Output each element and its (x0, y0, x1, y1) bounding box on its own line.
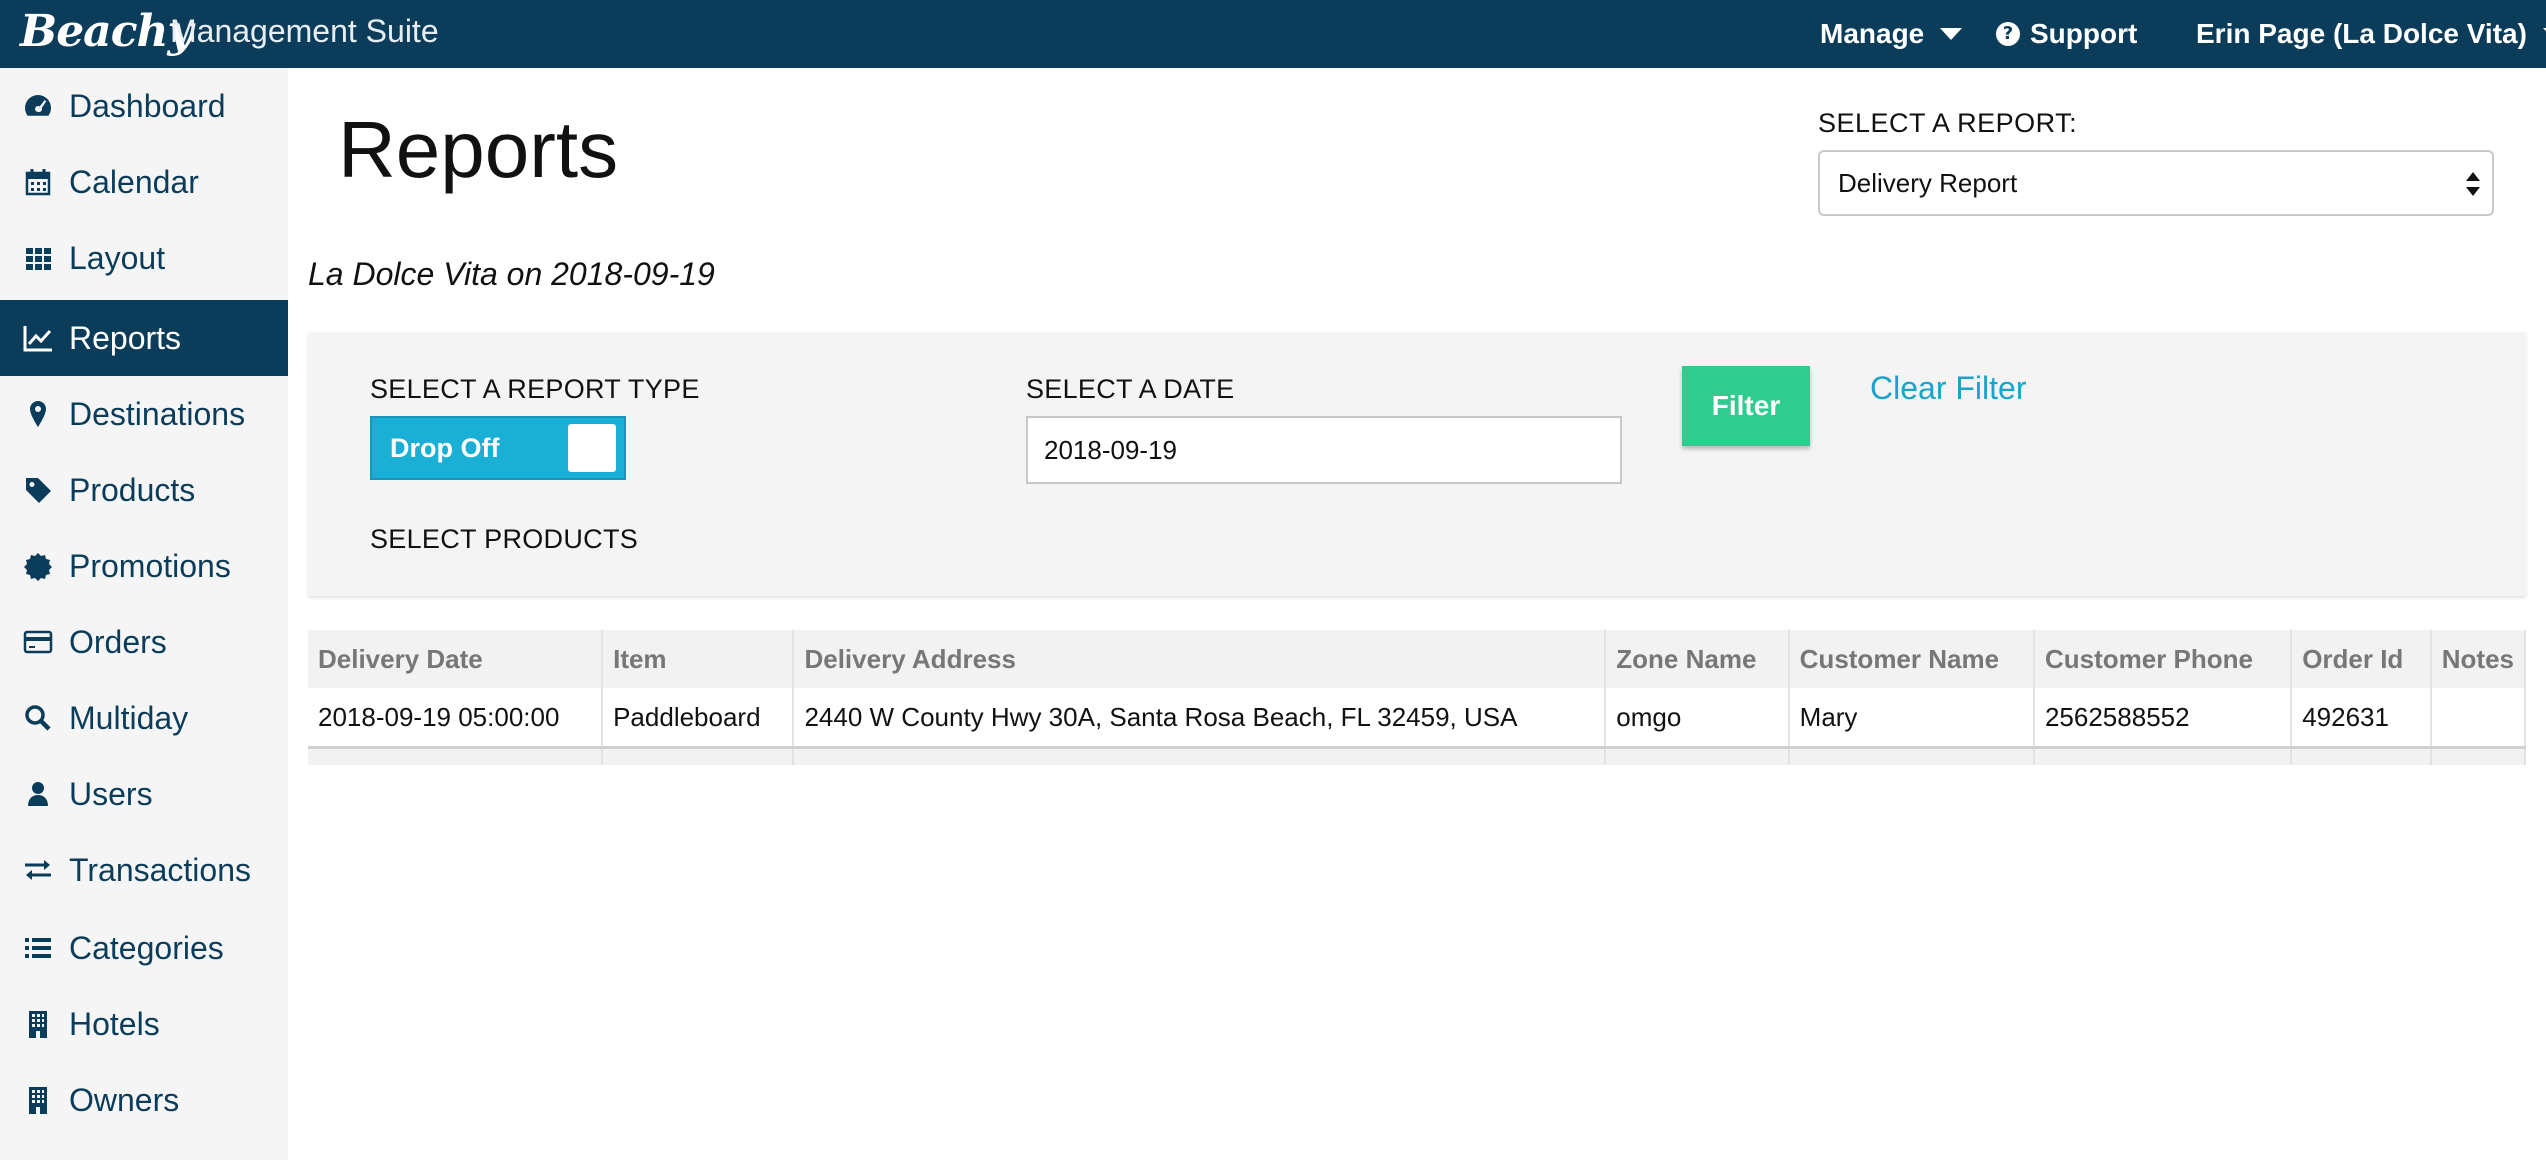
toggle-label: Drop Off (390, 433, 500, 463)
select-products-label: SELECT PRODUCTS (370, 524, 639, 554)
sidebar-item-label: Layout (69, 239, 166, 276)
sidebar-item-multiday[interactable]: Multiday (0, 680, 288, 756)
sidebar-item-calendar[interactable]: Calendar (0, 144, 288, 220)
sidebar-item-label: Hotels (69, 1005, 160, 1042)
column-header[interactable]: Order Id (2291, 630, 2432, 688)
brand-logo[interactable]: Beachy (20, 2, 193, 66)
search-icon (20, 700, 56, 736)
sidebar-item-label: Destinations (69, 395, 246, 432)
filter-panel: SELECT A REPORT TYPE Drop Off SELECT PRO… (308, 332, 2526, 596)
sidebar-item-label: Owners (69, 1081, 180, 1118)
sidebar-item-reports[interactable]: Reports (0, 300, 288, 376)
sidebar-item-categories[interactable]: Categories (0, 910, 288, 986)
sidebar-item-transactions[interactable]: Transactions (0, 832, 288, 908)
support-label: Support (2030, 18, 2138, 49)
column-header[interactable]: Item (602, 630, 795, 688)
badge-icon (20, 548, 56, 584)
table-header-row: Delivery Date Item Delivery Address Zone… (308, 630, 2527, 688)
date-input[interactable]: 2018-09-19 (1026, 416, 1622, 484)
table-cell (2430, 688, 2527, 749)
question-circle-icon: ? (1996, 22, 2020, 46)
sidebar-item-hotels[interactable]: Hotels (0, 986, 288, 1062)
sidebar-item-products[interactable]: Products (0, 452, 288, 528)
column-header[interactable]: Customer Phone (2033, 630, 2293, 688)
select-arrows-icon (2466, 172, 2480, 198)
sidebar-item-label: Reports (69, 319, 182, 356)
grid-icon (20, 240, 56, 276)
sidebar-item-label: Categories (69, 929, 224, 966)
table-cell: omgo (1605, 688, 1790, 749)
sidebar-item-label: Calendar (69, 163, 199, 200)
column-header[interactable]: Zone Name (1605, 630, 1790, 688)
table-cell: 2440 W County Hwy 30A, Santa Rosa Beach,… (793, 688, 1607, 749)
table-row: 2018-09-19 05:00:00 Paddleboard 2440 W C… (308, 688, 2527, 749)
table-cell: 492631 (2291, 688, 2432, 749)
clear-filter-link[interactable]: Clear Filter (1870, 370, 2026, 407)
suite-title: Management Suite (170, 13, 439, 49)
report-subtitle: La Dolce Vita on 2018-09-19 (308, 256, 715, 292)
sidebar: Dashboard Calendar Layout Reports Destin… (0, 68, 288, 1160)
sidebar-item-label: Transactions (69, 851, 251, 888)
sidebar-item-destinations[interactable]: Destinations (0, 376, 288, 452)
sidebar-item-label: Multiday (69, 699, 189, 736)
delivery-report-table: Delivery Date Item Delivery Address Zone… (308, 630, 2527, 765)
calendar-icon (20, 164, 56, 200)
manage-label: Manage (1820, 18, 1925, 49)
report-type-toggle[interactable]: Drop Off (370, 416, 626, 480)
dashboard-icon (20, 88, 56, 124)
table-cell: 2018-09-19 05:00:00 (308, 688, 604, 749)
sidebar-item-orders[interactable]: Orders (0, 604, 288, 680)
report-select[interactable]: Delivery Report (1818, 150, 2494, 216)
user-name: Erin Page (La Dolce Vita) (2196, 18, 2527, 49)
sidebar-item-owners[interactable]: Owners (0, 1062, 288, 1138)
select-report-label: SELECT A REPORT: (1818, 108, 2078, 138)
manage-menu[interactable]: Manage (1820, 0, 1963, 68)
exchange-icon (20, 852, 56, 888)
chevron-down-icon (1940, 28, 1963, 40)
column-header[interactable]: Customer Name (1788, 630, 2035, 688)
sidebar-item-promotions[interactable]: Promotions (0, 528, 288, 604)
filter-button[interactable]: Filter (1682, 366, 1810, 446)
sidebar-item-dashboard[interactable]: Dashboard (0, 68, 288, 144)
column-header[interactable]: Delivery Address (793, 630, 1607, 688)
list-icon (20, 930, 56, 966)
sidebar-item-label: Dashboard (69, 87, 226, 124)
user-icon (20, 776, 56, 812)
report-type-label: SELECT A REPORT TYPE (370, 374, 700, 404)
line-chart-icon (20, 320, 56, 356)
sidebar-item-layout[interactable]: Layout (0, 220, 288, 296)
toggle-knob (568, 424, 616, 472)
table-cell: Paddleboard (602, 688, 795, 749)
sidebar-item-users[interactable]: Users (0, 756, 288, 832)
page-title: Reports (338, 105, 619, 194)
column-header[interactable]: Delivery Date (308, 630, 604, 688)
sidebar-item-label: Products (69, 471, 196, 508)
sidebar-item-label: Promotions (69, 547, 231, 584)
table-cell: Mary (1788, 688, 2035, 749)
tag-icon (20, 472, 56, 508)
sidebar-item-label: Orders (69, 623, 167, 660)
user-menu[interactable]: Erin Page (La Dolce Vita) (2196, 0, 2546, 68)
report-select-value: Delivery Report (1838, 168, 2018, 198)
building-icon (20, 1082, 56, 1118)
column-header[interactable]: Notes (2430, 630, 2527, 688)
sidebar-item-label: Users (69, 775, 153, 812)
table-footer-row (308, 747, 2527, 765)
date-label: SELECT A DATE (1026, 374, 1235, 404)
support-link[interactable]: ? Support (1996, 0, 2137, 68)
credit-card-icon (20, 624, 56, 660)
map-marker-icon (20, 396, 56, 432)
top-navbar: Beachy Management Suite Manage ? Support… (0, 0, 2546, 68)
table-cell: 2562588552 (2033, 688, 2293, 749)
building-icon (20, 1006, 56, 1042)
